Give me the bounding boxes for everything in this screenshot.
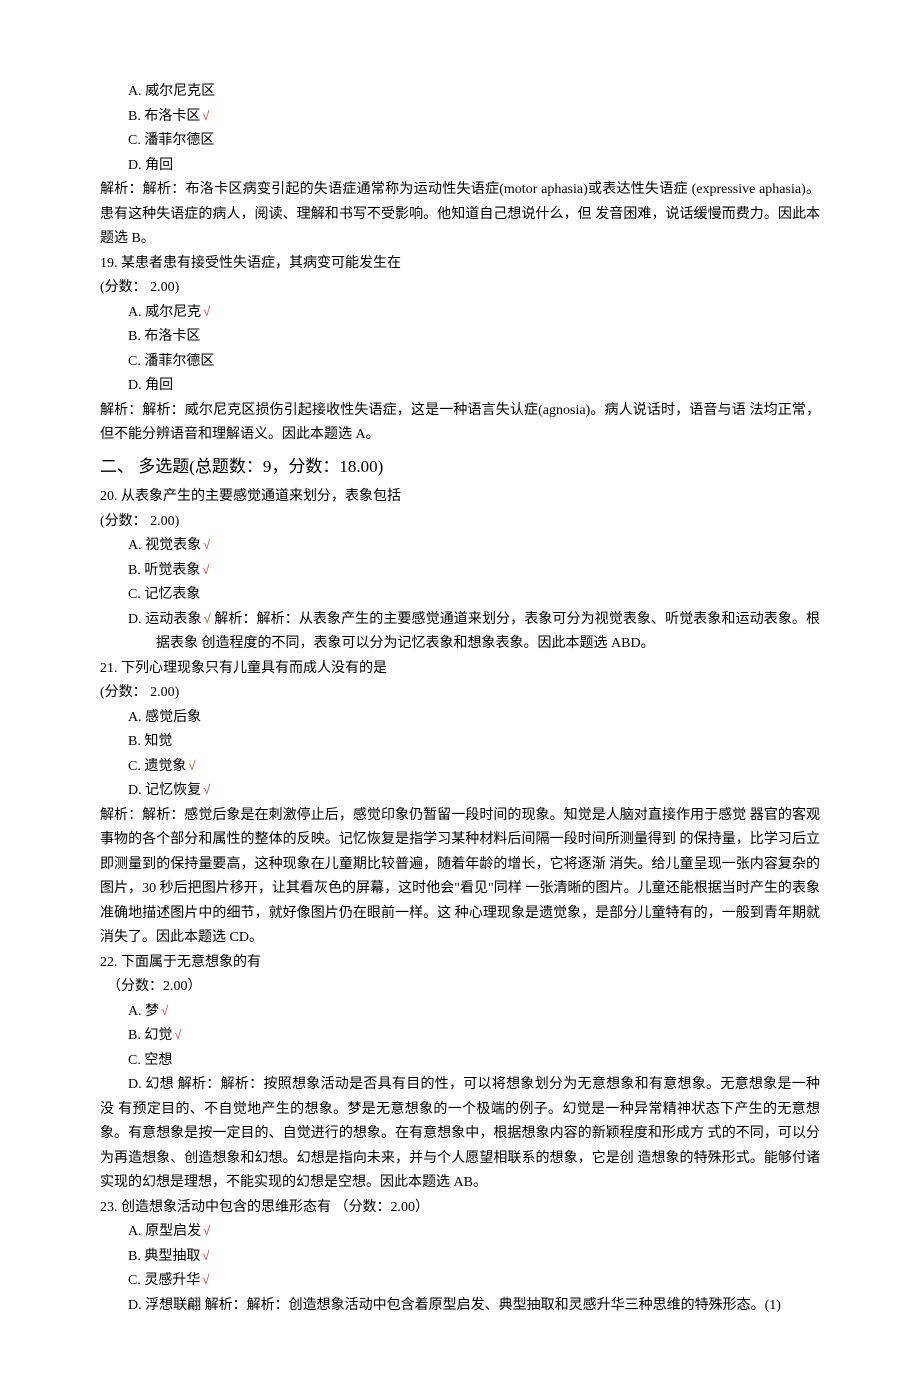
q19-option-b: B. 布洛卡区 bbox=[100, 325, 820, 350]
check-icon: √ bbox=[204, 611, 211, 626]
q21-option-b: B. 知觉 bbox=[100, 730, 820, 755]
check-icon: √ bbox=[188, 758, 195, 773]
option-text-analysis: D. 幻想 解析：解析：按照想象活动是否具有目的性，可以将想象划分为无意想象和有… bbox=[100, 1077, 820, 1190]
option-analysis: 解析：解析：从表象产生的主要感觉通道来划分，表象可分为视觉表象、听觉表象和运动表… bbox=[156, 612, 820, 652]
q20-option-b: B. 听觉表象√ bbox=[100, 559, 820, 584]
option-text: D. 运动表象 bbox=[128, 612, 202, 627]
option-text: C. 潘菲尔德区 bbox=[128, 133, 214, 148]
check-icon: √ bbox=[174, 1027, 181, 1042]
q20-stem: 20. 从表象产生的主要感觉通道来划分，表象包括 bbox=[100, 485, 820, 510]
q19-score: (分数： 2.00) bbox=[100, 276, 820, 301]
option-text-analysis: D. 浮想联翩 解析：解析：创造想象活动中包含着原型启发、典型抽取和灵感升华三种… bbox=[128, 1298, 781, 1313]
check-icon: √ bbox=[202, 1272, 209, 1287]
q22-option-b: B. 幻觉√ bbox=[100, 1024, 820, 1049]
q19-option-a: A. 威尔尼克√ bbox=[100, 301, 820, 326]
check-icon: √ bbox=[203, 1223, 210, 1238]
option-text: A. 威尔尼克 bbox=[128, 305, 201, 320]
q20-option-d: D. 运动表象√ 解析：解析：从表象产生的主要感觉通道来划分，表象可分为视觉表象… bbox=[128, 608, 820, 657]
q23-stem: 23. 创造想象活动中包含的思维形态有 （分数：2.00） bbox=[100, 1196, 820, 1221]
q21-option-a: A. 感觉后象 bbox=[100, 706, 820, 731]
q23-option-a: A. 原型启发√ bbox=[100, 1220, 820, 1245]
option-text: C. 遗觉象 bbox=[128, 759, 186, 774]
q19-analysis: 解析：解析：威尔尼克区损伤引起接收性失语症，这是一种语言失认症(agnosia)… bbox=[100, 399, 820, 448]
q19-option-d: D. 角回 bbox=[100, 374, 820, 399]
option-text: B. 幻觉 bbox=[128, 1028, 172, 1043]
q21-option-d: D. 记忆恢复√ bbox=[100, 779, 820, 804]
q22-option-d: D. 幻想 解析：解析：按照想象活动是否具有目的性，可以将想象划分为无意想象和有… bbox=[100, 1073, 820, 1196]
option-text: C. 潘菲尔德区 bbox=[128, 354, 214, 369]
check-icon: √ bbox=[161, 1003, 168, 1018]
q23-option-c: C. 灵感升华√ bbox=[100, 1269, 820, 1294]
q22-stem: 22. 下面属于无意想象的有 bbox=[100, 951, 820, 976]
q22-option-a: A. 梦√ bbox=[100, 1000, 820, 1025]
option-text: A. 视觉表象 bbox=[128, 538, 201, 553]
check-icon: √ bbox=[203, 782, 210, 797]
option-text: D. 记忆恢复 bbox=[128, 783, 201, 798]
check-icon: √ bbox=[202, 562, 209, 577]
q20-option-a: A. 视觉表象√ bbox=[100, 534, 820, 559]
option-text: A. 感觉后象 bbox=[128, 710, 201, 725]
option-text: C. 灵感升华 bbox=[128, 1273, 200, 1288]
q23-option-d: D. 浮想联翩 解析：解析：创造想象活动中包含着原型启发、典型抽取和灵感升华三种… bbox=[100, 1294, 820, 1319]
q21-analysis: 解析：解析：感觉后象是在刺激停止后，感觉印象仍暂留一段时间的现象。知觉是人脑对直… bbox=[100, 804, 820, 951]
option-text: B. 知觉 bbox=[128, 734, 172, 749]
q18-option-b: B. 布洛卡区√ bbox=[100, 105, 820, 130]
q19-stem: 19. 某患者患有接受性失语症，其病变可能发生在 bbox=[100, 252, 820, 277]
q21-stem: 21. 下列心理现象只有儿童具有而成人没有的是 bbox=[100, 657, 820, 682]
q21-score: (分数： 2.00) bbox=[100, 681, 820, 706]
option-text: A. 原型启发 bbox=[128, 1224, 201, 1239]
option-text: B. 典型抽取 bbox=[128, 1249, 200, 1264]
q21-option-c: C. 遗觉象√ bbox=[100, 755, 820, 780]
option-text: C. 空想 bbox=[128, 1053, 172, 1068]
check-icon: √ bbox=[202, 1248, 209, 1263]
option-text: B. 听觉表象 bbox=[128, 563, 200, 578]
q19-option-c: C. 潘菲尔德区 bbox=[100, 350, 820, 375]
check-icon: √ bbox=[203, 537, 210, 552]
q18-option-a: A. 威尔尼克区 bbox=[100, 80, 820, 105]
q18-option-c: C. 潘菲尔德区 bbox=[100, 129, 820, 154]
q23-option-b: B. 典型抽取√ bbox=[100, 1245, 820, 1270]
check-icon: √ bbox=[202, 108, 209, 123]
q18-analysis: 解析：解析：布洛卡区病变引起的失语症通常称为运动性失语症(motor aphas… bbox=[100, 178, 820, 252]
section-2-header: 二、 多选题(总题数：9，分数：18.00) bbox=[100, 452, 820, 482]
q20-option-c: C. 记忆表象 bbox=[100, 583, 820, 608]
q22-score: （分数：2.00） bbox=[100, 975, 820, 1000]
option-text: D. 角回 bbox=[128, 378, 173, 393]
option-text: B. 布洛卡区 bbox=[128, 329, 200, 344]
q20-score: (分数： 2.00) bbox=[100, 510, 820, 535]
option-text: D. 角回 bbox=[128, 158, 173, 173]
check-icon: √ bbox=[203, 304, 210, 319]
option-text: A. 威尔尼克区 bbox=[128, 84, 215, 99]
q18-option-d: D. 角回 bbox=[100, 154, 820, 179]
q22-option-c: C. 空想 bbox=[100, 1049, 820, 1074]
option-text: A. 梦 bbox=[128, 1004, 159, 1019]
option-text: C. 记忆表象 bbox=[128, 587, 200, 602]
option-text: B. 布洛卡区 bbox=[128, 109, 200, 124]
